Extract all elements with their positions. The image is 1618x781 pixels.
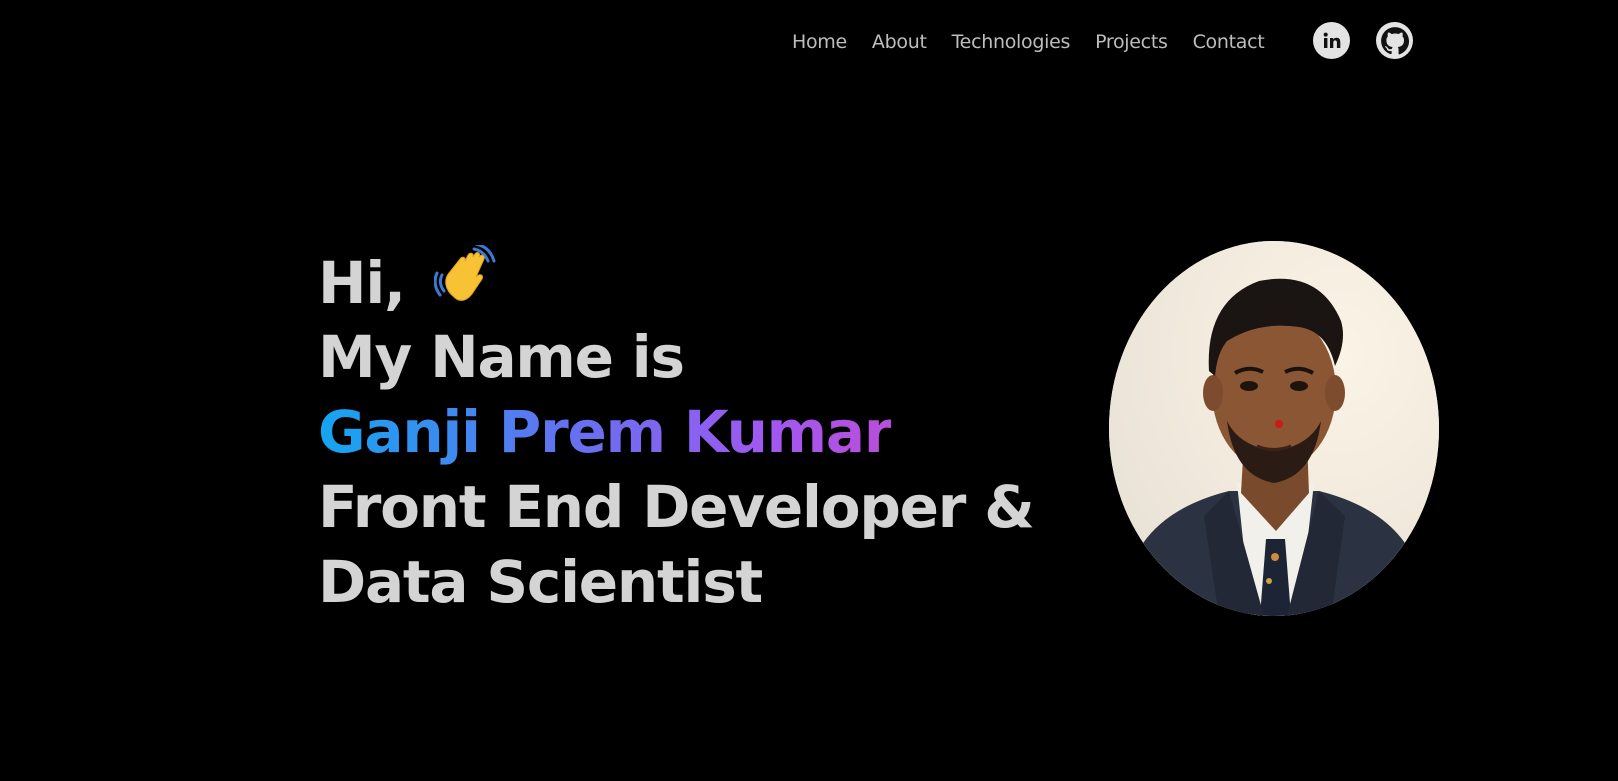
name-line: Ganji Prem Kumar [318, 395, 1034, 470]
nav-home-link[interactable]: Home [792, 31, 847, 53]
greeting-text: Hi, [318, 249, 406, 317]
nav-projects-link[interactable]: Projects [1095, 31, 1168, 53]
hero-section: Hi, My Name is Ganji Prem Kumar Front En… [318, 242, 1035, 620]
top-nav: Home About Technologies Projects Contact [792, 22, 1265, 62]
greeting-line: Hi, [318, 242, 1034, 320]
social-links [1313, 22, 1413, 59]
github-icon [1380, 26, 1409, 54]
profile-photo [1109, 241, 1439, 616]
role-line-2: Data Scientist [318, 548, 763, 616]
intro-line: My Name is [318, 323, 685, 391]
nav-technologies-link[interactable]: Technologies [952, 31, 1071, 53]
linkedin-button[interactable] [1313, 22, 1350, 59]
linkedin-icon [1323, 32, 1340, 48]
waving-hand-icon [433, 242, 498, 325]
nav-about-link[interactable]: About [872, 31, 927, 53]
github-button[interactable] [1376, 22, 1413, 59]
portfolio-page: Home About Technologies Projects Contact… [0, 0, 1618, 781]
nav-contact-link[interactable]: Contact [1193, 31, 1265, 53]
developer-name: Ganji Prem Kumar [318, 398, 892, 466]
role-line-1: Front End Developer & [318, 473, 1035, 541]
